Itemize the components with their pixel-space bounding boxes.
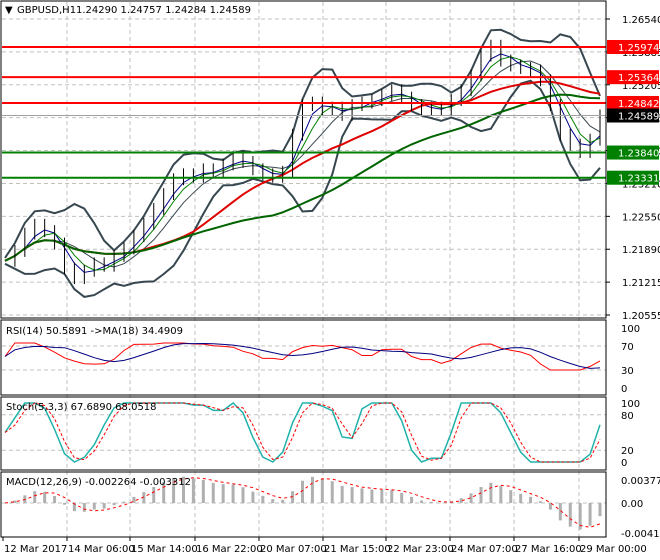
x-label: 12 Mar 2017 xyxy=(4,544,67,555)
x-label: 29 Mar 00:00 xyxy=(580,544,647,555)
macd-tick: -0.004133 xyxy=(621,529,660,540)
macd-label: MACD(12,26,9) -0.002264 -0.003312 xyxy=(6,477,191,488)
rsi-tick: 30 xyxy=(621,366,634,377)
rsi-line xyxy=(4,342,601,371)
symbol-label: GBPUSD,H1 xyxy=(17,5,76,16)
level-value: 1.24842 xyxy=(618,99,659,110)
stoch-tick: 20 xyxy=(621,446,634,457)
ohlc-values: 1.24290 1.24757 1.24284 1.24589 xyxy=(76,5,251,16)
rsi-tick: 100 xyxy=(621,324,640,335)
y-label: 1.21890 xyxy=(622,245,660,256)
x-label: 15 Mar 14:00 xyxy=(131,544,198,555)
x-label: 22 Mar 23:00 xyxy=(387,544,454,555)
x-label: 21 Mar 15:00 xyxy=(324,544,391,555)
macd-tick: 0.00 xyxy=(621,499,643,510)
x-label: 20 Mar 07:00 xyxy=(260,544,327,555)
rsi-label: RSI(14) 50.5891 ->MA(18) 34.4909 xyxy=(6,326,183,337)
x-label: 14 Mar 06:00 xyxy=(68,544,135,555)
stoch-label: Stoch(5,3,3) 67.6890 68.0518 xyxy=(6,402,157,413)
chart-svg: 12 Mar 2017 14 Mar 06:0015 Mar 14:0016 Ma… xyxy=(0,0,660,555)
main-panel-frame xyxy=(0,0,607,319)
stoch-tick: 80 xyxy=(621,411,634,422)
trading-chart[interactable]: 12 Mar 2017 14 Mar 06:00 15 Mar 14:00 16 Ma… xyxy=(0,0,660,560)
current-price-value: 1.24589 xyxy=(618,111,659,122)
rsi-tick: 0 xyxy=(621,384,627,395)
macd-tick: 0.003776 xyxy=(621,476,660,487)
y-label: 1.20555 xyxy=(622,311,660,322)
level-value: 1.25364 xyxy=(618,73,659,84)
level-value: 1.25974 xyxy=(618,43,659,54)
level-value: 1.23840 xyxy=(618,149,659,160)
y-label: 1.21215 xyxy=(622,278,660,289)
stoch-tick: 0 xyxy=(621,458,627,469)
x-label: 16 Mar 22:00 xyxy=(196,544,263,555)
y-label: 1.26540 xyxy=(622,15,660,26)
dropdown-triangle-icon[interactable]: ▼ xyxy=(5,5,13,16)
level-value: 1.23331 xyxy=(618,174,659,185)
stoch-tick: 100 xyxy=(621,399,640,410)
x-label: 24 Mar 07:00 xyxy=(451,544,518,555)
y-label: 1.22550 xyxy=(622,212,660,223)
x-label: 27 Mar 16:00 xyxy=(515,544,582,555)
rsi-tick: 70 xyxy=(621,342,634,353)
